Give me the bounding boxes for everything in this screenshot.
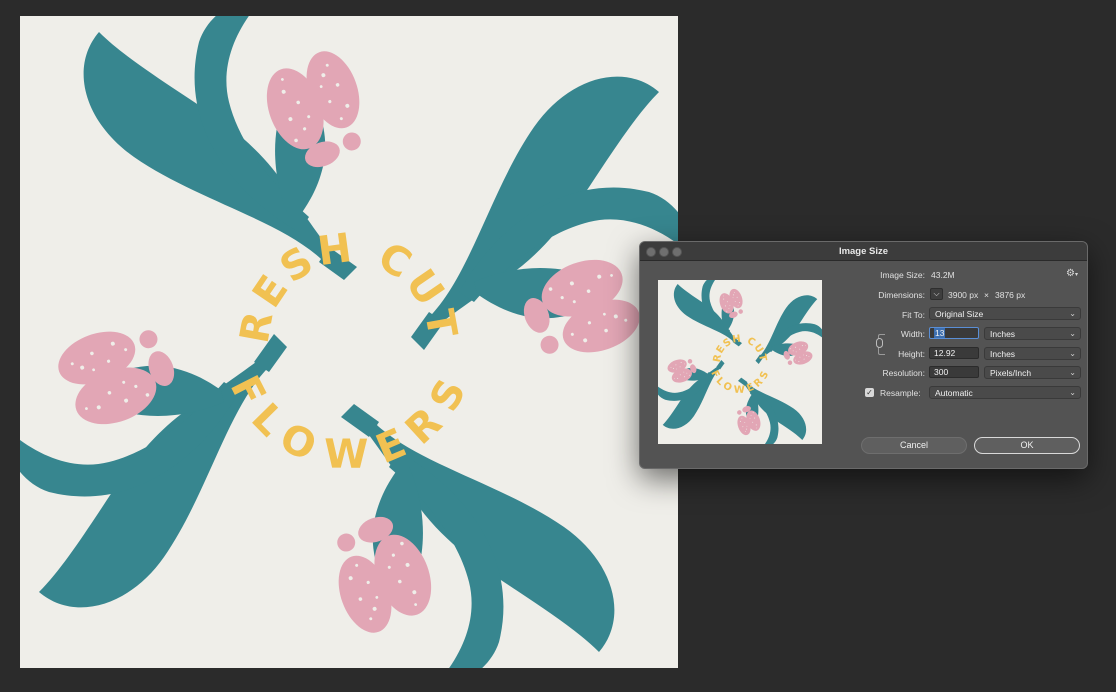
height-unit-select[interactable]: Inches ⌄ <box>984 347 1081 360</box>
chevron-down-icon: ⌄ <box>1069 329 1076 338</box>
artwork-text-bottom: FLOWERS <box>221 369 477 478</box>
fit-to-label: Fit To: <box>902 310 925 320</box>
width-unit-select[interactable]: Inches ⌄ <box>984 327 1081 340</box>
height-input[interactable]: 12.92 <box>929 347 979 359</box>
fit-to-select[interactable]: Original Size ⌄ <box>929 307 1081 320</box>
width-input[interactable]: 13 <box>929 327 979 339</box>
resample-select[interactable]: Automatic ⌄ <box>929 386 1081 399</box>
floral-illustration: FRESH CUTS FLOWERS <box>20 16 678 668</box>
dialog-titlebar[interactable]: Image Size <box>640 242 1087 261</box>
resolution-input[interactable]: 300 <box>929 366 979 378</box>
width-unit-value: Inches <box>990 329 1016 339</box>
resolution-unit-value: Pixels/Inch <box>990 368 1032 378</box>
cancel-button[interactable]: Cancel <box>861 437 967 454</box>
image-size-value: 43.2M <box>931 270 955 280</box>
chevron-down-icon: ⌄ <box>1069 349 1076 358</box>
chevron-down-icon[interactable]: ⌵ <box>930 288 943 300</box>
fit-to-value: Original Size <box>935 309 984 319</box>
width-label: Width: <box>900 329 925 339</box>
preview-text-bottom: FLOWERS <box>708 369 771 396</box>
image-size-dialog: Image Size FRESH CUTS FLOWERS Image Size… <box>639 241 1088 469</box>
chevron-down-icon: ⌄ <box>1069 368 1076 377</box>
dimensions-label: Dimensions: <box>878 290 925 300</box>
ok-button[interactable]: OK <box>974 437 1080 454</box>
canvas-artwork: FRESH CUTS FLOWERS <box>20 16 678 668</box>
dimensions-times: × <box>984 290 989 300</box>
resolution-unit-select[interactable]: Pixels/Inch ⌄ <box>984 366 1081 379</box>
height-unit-value: Inches <box>990 349 1016 359</box>
resample-label: Resample: <box>880 388 921 398</box>
image-size-label: Image Size: <box>880 270 925 280</box>
image-preview[interactable]: FRESH CUTS FLOWERS <box>658 280 822 444</box>
chevron-updown-icon: ⌄ <box>1069 309 1076 318</box>
height-label: Height: <box>898 349 925 359</box>
link-icon[interactable] <box>876 338 883 348</box>
dialog-title: Image Size <box>838 246 889 257</box>
width-value: 13 <box>934 328 946 338</box>
chevron-down-icon: ⌄ <box>1069 388 1076 397</box>
dimensions-width-value: 3900 px <box>948 290 979 300</box>
gear-icon[interactable]: ⚙▾ <box>1066 268 1078 279</box>
resolution-label: Resolution: <box>882 368 925 378</box>
resample-value: Automatic <box>935 388 973 398</box>
resample-checkbox[interactable]: ✓ <box>865 388 874 397</box>
dimensions-height-value: 3876 px <box>995 290 1026 300</box>
preview-illustration: FRESH CUTS FLOWERS <box>658 280 822 444</box>
